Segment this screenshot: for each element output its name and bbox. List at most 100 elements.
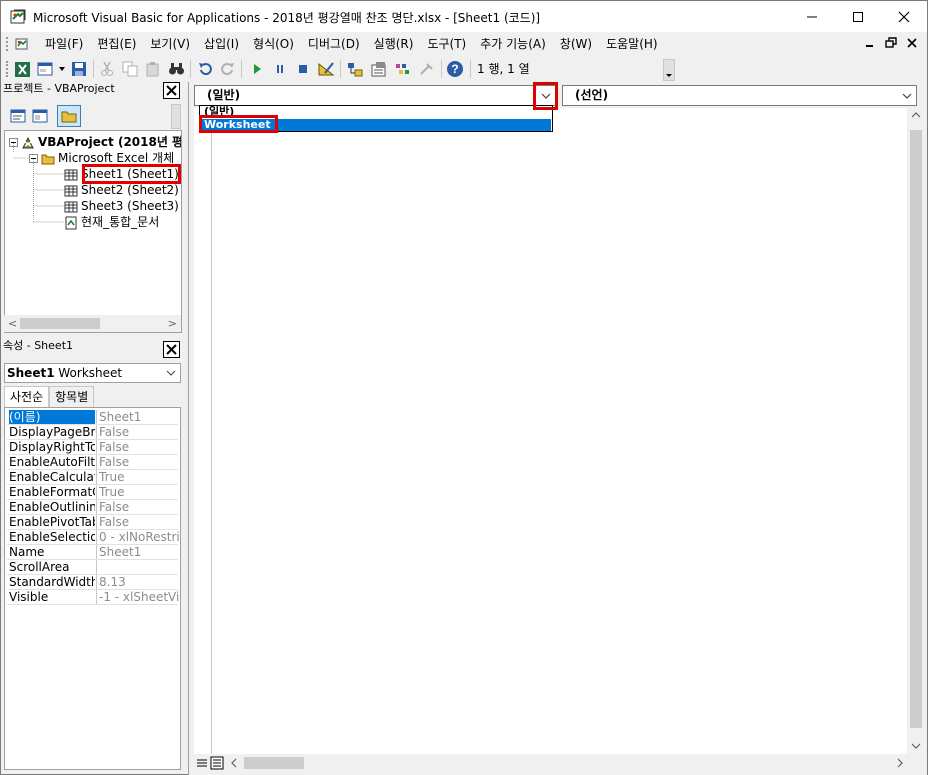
mdi-restore-icon[interactable]	[885, 36, 897, 50]
scroll-right-icon[interactable]	[895, 757, 905, 769]
view-code-button[interactable]	[9, 107, 27, 125]
toolbar-separator	[441, 60, 442, 78]
full-module-view-icon[interactable]	[210, 756, 224, 770]
property-value[interactable]: False	[99, 500, 179, 515]
toggle-folders-button[interactable]	[57, 105, 81, 127]
property-row[interactable]: ScrollArea	[7, 560, 178, 575]
property-value[interactable]: Sheet1	[99, 410, 179, 425]
procedure-combo-dropdown-button[interactable]	[898, 86, 916, 105]
property-row[interactable]: EnablePivotTable False	[7, 515, 178, 530]
procedure-view-icon[interactable]	[195, 756, 209, 770]
object-combo[interactable]: (일반)	[194, 85, 556, 106]
object-combo-value: (일반)	[207, 88, 241, 102]
property-value[interactable]: Sheet1	[99, 545, 179, 560]
scroll-thumb[interactable]	[244, 757, 304, 769]
menu-run[interactable]: 실행(R)	[367, 36, 421, 52]
property-row[interactable]: EnableCalculation True	[7, 470, 178, 485]
property-row[interactable]: DisplayPageBreaks False	[7, 425, 178, 440]
close-button[interactable]	[881, 1, 927, 32]
redo-button[interactable]	[219, 60, 237, 78]
code-window-icon[interactable]	[14, 36, 30, 52]
menu-file[interactable]: 파일(F)	[38, 36, 90, 52]
copy-button[interactable]	[121, 60, 139, 78]
undo-icon	[199, 63, 212, 76]
code-vertical-scrollbar[interactable]	[907, 108, 925, 755]
property-value[interactable]: -1 - xlSheetVisible	[99, 590, 179, 605]
object-type: Worksheet	[58, 366, 123, 380]
property-value[interactable]: False	[99, 425, 179, 440]
menu-addins[interactable]: 추가 기능(A)	[473, 36, 553, 52]
scroll-right-icon[interactable]: >	[168, 317, 177, 330]
property-row[interactable]: EnableOutlining False	[7, 500, 178, 515]
project-panel-close-button[interactable]	[163, 82, 180, 99]
property-value[interactable]: True	[99, 485, 179, 500]
property-value[interactable]: False	[99, 455, 179, 470]
menu-edit[interactable]: 편집(E)	[90, 36, 143, 52]
properties-panel-close-button[interactable]	[163, 341, 180, 358]
property-value[interactable]: 8.13	[99, 575, 179, 590]
menu-debug[interactable]: 디버그(D)	[301, 36, 367, 52]
scroll-thumb[interactable]	[20, 318, 100, 329]
view-object-button[interactable]	[31, 107, 49, 125]
design-mode-button[interactable]	[317, 60, 335, 78]
view-excel-button[interactable]	[13, 60, 31, 78]
property-value[interactable]: False	[99, 440, 179, 455]
code-margin-indicator-bar[interactable]	[194, 108, 211, 754]
scroll-left-icon[interactable]: <	[8, 317, 17, 330]
run-button[interactable]	[248, 60, 266, 78]
toolbar-overflow-button[interactable]	[663, 59, 675, 81]
menu-insert[interactable]: 삽입(I)	[197, 36, 246, 52]
project-toolbar-overflow[interactable]	[171, 104, 181, 129]
object-browser-button[interactable]	[394, 60, 412, 78]
mdi-minimize-icon[interactable]	[865, 36, 875, 50]
project-explorer-button[interactable]	[346, 60, 364, 78]
mdi-close-icon[interactable]	[907, 36, 917, 50]
help-button[interactable]: ?	[446, 60, 464, 78]
minimize-button[interactable]	[789, 1, 835, 32]
tab-categorized[interactable]: 항목별	[49, 386, 95, 407]
property-row[interactable]: EnableSelection 0 - xlNoRestrictions	[7, 530, 179, 545]
insert-dropdown-button[interactable]	[57, 60, 67, 78]
paste-button[interactable]	[144, 60, 162, 78]
undo-button[interactable]	[196, 60, 214, 78]
break-button[interactable]	[271, 60, 289, 78]
save-button[interactable]	[70, 60, 88, 78]
toolbox-button[interactable]	[418, 60, 436, 78]
menu-help[interactable]: 도움말(H)	[599, 36, 665, 52]
property-row[interactable]: Name Sheet1	[7, 545, 178, 560]
property-key: EnablePivotTable	[9, 515, 95, 529]
find-button[interactable]	[167, 60, 185, 78]
property-row[interactable]: EnableFormatConditionsCalculation True	[7, 485, 178, 500]
property-key: (이름)	[9, 410, 95, 425]
code-editor[interactable]	[211, 108, 908, 754]
property-row[interactable]: Visible -1 - xlSheetVisible	[7, 590, 179, 605]
property-value[interactable]: 0 - xlNoRestrictions	[99, 530, 179, 545]
project-horizontal-scrollbar[interactable]: < >	[4, 315, 181, 332]
toolbar-grip[interactable]	[6, 61, 9, 77]
property-row[interactable]: StandardWidth 8.13	[7, 575, 178, 590]
menubar-grip[interactable]	[6, 37, 9, 51]
scroll-thumb[interactable]	[910, 130, 922, 728]
scroll-up-icon[interactable]	[910, 111, 922, 119]
cut-button[interactable]	[98, 60, 116, 78]
object-select[interactable]: Sheet1 Worksheet	[4, 363, 181, 383]
property-value[interactable]: False	[99, 515, 179, 530]
menu-format[interactable]: 형식(O)	[246, 36, 301, 52]
scroll-left-icon[interactable]	[229, 757, 239, 769]
property-row[interactable]: EnableAutoFilter False	[7, 455, 178, 470]
procedure-combo[interactable]: (선언)	[562, 85, 917, 106]
maximize-button[interactable]	[835, 1, 881, 32]
grid-divider	[96, 410, 97, 425]
property-row[interactable]: (이름) Sheet1	[7, 410, 178, 425]
scroll-down-icon[interactable]	[910, 742, 922, 750]
properties-window-button[interactable]	[370, 60, 388, 78]
menu-window[interactable]: 창(W)	[553, 36, 599, 52]
grid-divider	[96, 560, 97, 575]
insert-userform-button[interactable]	[37, 60, 55, 78]
property-row[interactable]: DisplayRightToLeft False	[7, 440, 178, 455]
menu-view[interactable]: 보기(V)	[143, 36, 197, 52]
property-value[interactable]: True	[99, 470, 179, 485]
tab-alphabetic[interactable]: 사전순	[4, 386, 50, 407]
reset-button[interactable]	[294, 60, 312, 78]
menu-tools[interactable]: 도구(T)	[420, 36, 473, 52]
